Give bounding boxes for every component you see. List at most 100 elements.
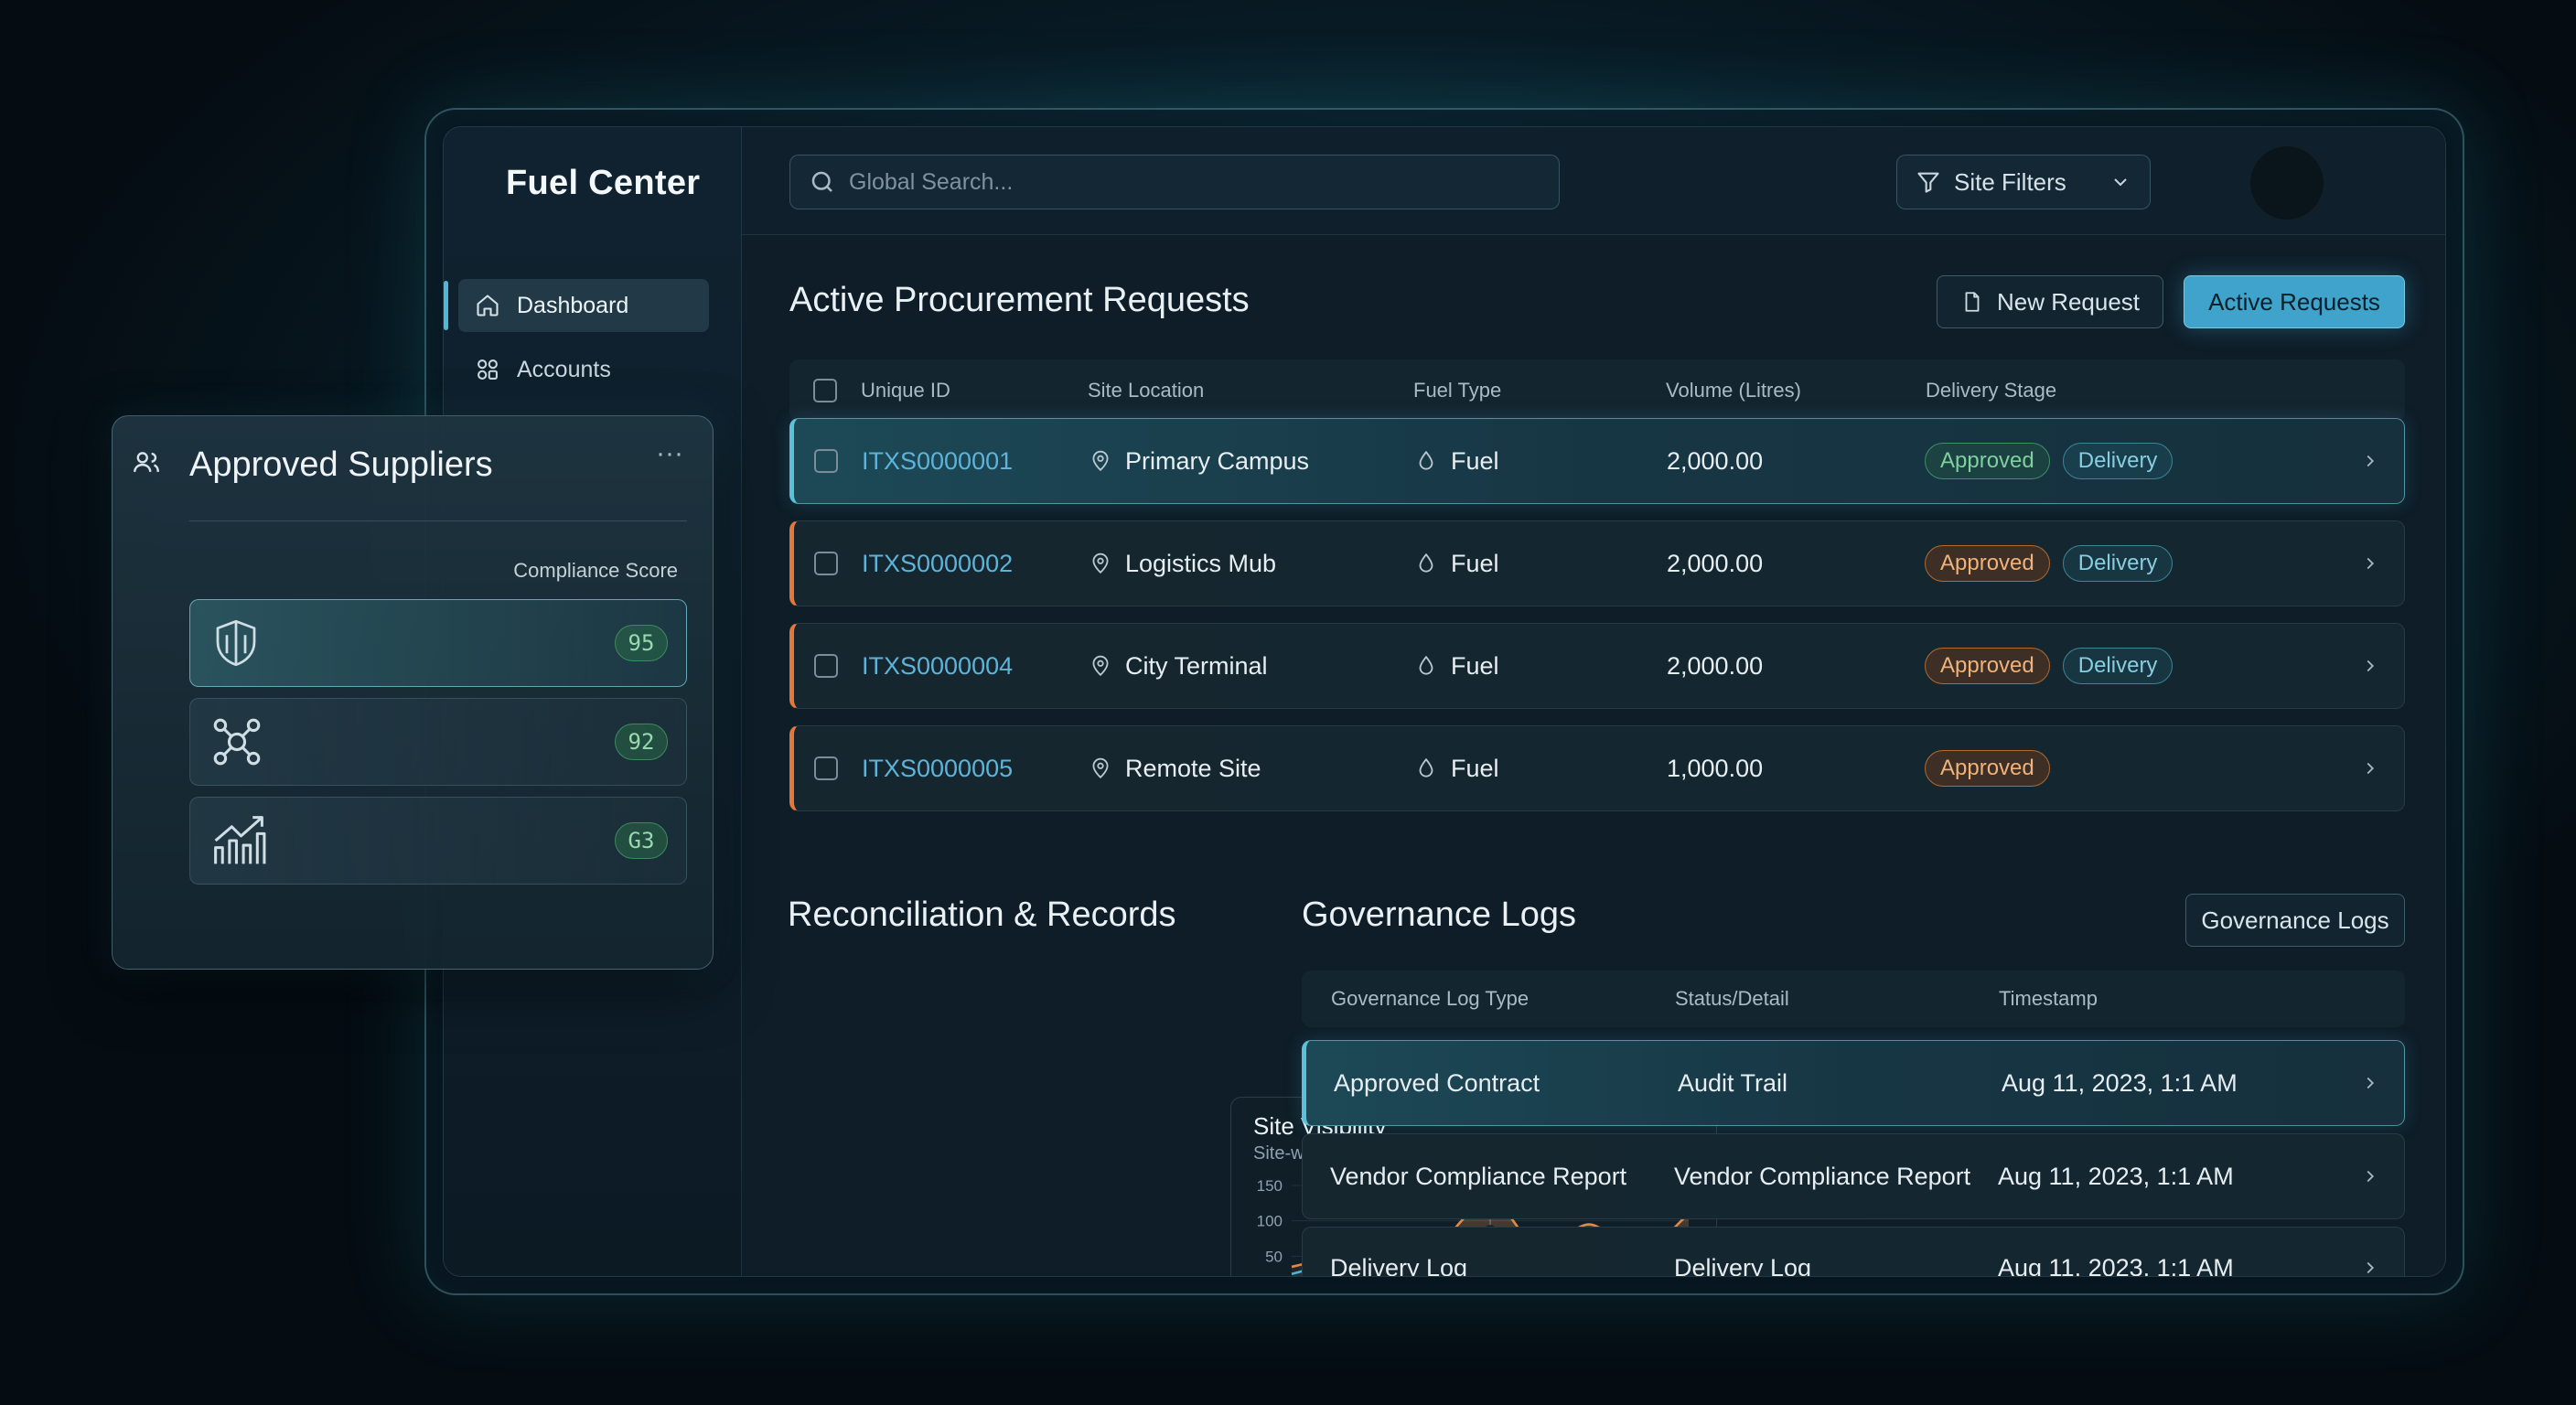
fuel-type: Fuel: [1451, 446, 1499, 475]
column-header: Volume (Litres): [1666, 379, 1801, 402]
document-icon: [1965, 292, 1980, 312]
log-detail: Delivery Log: [1674, 1253, 1812, 1277]
compliance-score-badge: 92: [615, 724, 668, 760]
chevron-right-icon[interactable]: [2360, 1071, 2380, 1095]
fuel-type-cell: Fuel: [1414, 652, 1499, 681]
select-all-checkbox[interactable]: [813, 379, 837, 402]
divider: [189, 520, 687, 521]
sidebar-item-label: Accounts: [517, 356, 611, 382]
request-id[interactable]: ITXS0000004: [862, 652, 1013, 681]
delivery-stage-cell: Approved Delivery: [1925, 648, 2174, 684]
search-input[interactable]: [849, 168, 1559, 196]
supplier-row[interactable]: 92: [189, 698, 687, 786]
governance-table-header: Governance Log Type Status/Detail Timest…: [1302, 971, 2405, 1027]
request-id[interactable]: ITXS0000002: [862, 550, 1013, 578]
volume: 2,000.00: [1667, 446, 1764, 475]
status-badge: Approved: [1925, 545, 2050, 582]
row-checkbox[interactable]: [814, 552, 838, 575]
request-id[interactable]: ITXS0000005: [862, 755, 1013, 783]
procurement-row[interactable]: ITXS0000001 Primary Campus Fuel 2,000.00 App…: [789, 418, 2405, 504]
app-title: Fuel Center: [506, 164, 701, 202]
status-badge: Approved: [1925, 750, 2050, 787]
fuel-type: Fuel: [1451, 549, 1499, 577]
column-header: Delivery Stage: [1926, 379, 2057, 402]
droplet-icon: [1419, 450, 1433, 470]
request-id[interactable]: ITXS0000001: [862, 447, 1013, 476]
delivery-stage-cell: Approved: [1925, 750, 2050, 787]
chevron-right-icon[interactable]: [2360, 1256, 2380, 1277]
search-icon: [811, 171, 832, 192]
new-request-button[interactable]: New Request: [1937, 275, 2163, 328]
network-icon: [213, 718, 261, 766]
status-badge: Approved: [1925, 648, 2050, 684]
fuel-type: Fuel: [1451, 651, 1499, 680]
compliance-score-badge: G3: [615, 822, 668, 859]
search-box[interactable]: [789, 155, 1560, 209]
site-filters-dropdown[interactable]: Site Filters: [1896, 155, 2151, 209]
grid-icon: [478, 359, 498, 380]
governance-row[interactable]: Approved Contract Audit Trail Aug 11, 2023…: [1302, 1040, 2405, 1126]
chevron-right-icon[interactable]: [2360, 654, 2380, 678]
procurement-row[interactable]: ITXS0000004 City Terminal Fuel 2,000.00 Appr…: [789, 623, 2405, 709]
supplier-row[interactable]: G3: [189, 797, 687, 885]
site-filters-label: Site Filters: [1954, 167, 2066, 196]
governance-logs-button[interactable]: Governance Logs: [2185, 894, 2405, 947]
status-badge: Approved: [1925, 443, 2050, 479]
location-pin-icon: [1092, 757, 1109, 778]
status-badge: Delivery: [2062, 443, 2174, 479]
site-location: Logistics Mub: [1125, 549, 1277, 577]
suppliers-title: Approved Suppliers: [189, 445, 493, 484]
chevron-right-icon[interactable]: [2360, 756, 2380, 780]
log-type: Approved Contract: [1334, 1068, 1540, 1097]
y-tick-label: 100: [1257, 1213, 1283, 1230]
sidebar-item-label: Dashboard: [517, 292, 629, 318]
volume: 2,000.00: [1667, 651, 1764, 680]
new-request-label: New Request: [1996, 287, 2141, 316]
chevron-right-icon[interactable]: [2360, 449, 2380, 473]
fuel-type-cell: Fuel: [1414, 755, 1499, 783]
site-location-cell: Logistics Mub: [1089, 550, 1276, 578]
column-header: Fuel Type: [1413, 379, 1502, 402]
row-checkbox[interactable]: [814, 654, 838, 678]
supplier-row[interactable]: 95: [189, 599, 687, 687]
site-location: City Terminal: [1125, 651, 1268, 680]
status-badge: Delivery: [2062, 648, 2174, 684]
log-type: Vendor Compliance Report: [1330, 1162, 1627, 1190]
status-badge: Delivery: [2062, 545, 2174, 582]
active-requests-button[interactable]: Active Requests: [2184, 275, 2405, 328]
procurement-row[interactable]: ITXS0000005 Remote Site Fuel 1,000.00 Approv…: [789, 725, 2405, 811]
procurement-row[interactable]: ITXS0000002 Logistics Mub Fuel 2,000.00 Appr…: [789, 520, 2405, 606]
more-options-icon[interactable]: ···: [656, 438, 683, 469]
procurement-title: Active Procurement Requests: [789, 281, 1250, 319]
governance-row[interactable]: Vendor Compliance Report Vendor Complianc…: [1302, 1133, 2405, 1219]
droplet-icon: [1419, 757, 1433, 778]
log-detail: Audit Trail: [1678, 1068, 1788, 1097]
chevron-down-icon: [2114, 178, 2127, 187]
location-pin-icon: [1092, 655, 1109, 676]
governance-row[interactable]: Delivery Log Delivery Log Aug 11, 2023, 1:…: [1302, 1227, 2405, 1277]
fuel-type: Fuel: [1451, 754, 1499, 782]
volume: 2,000.00: [1667, 549, 1764, 577]
sidebar-item-dashboard[interactable]: Dashboard: [444, 279, 709, 332]
avatar[interactable]: [2249, 145, 2324, 220]
delivery-stage-cell: Approved Delivery: [1925, 545, 2174, 582]
approved-suppliers-panel: Approved Suppliers ··· Compliance Score …: [112, 415, 714, 970]
droplet-icon: [1419, 655, 1433, 675]
column-header: Governance Log Type: [1331, 987, 1530, 1010]
log-timestamp: Aug 11, 2023, 1:1 AM: [1998, 1253, 2234, 1277]
row-checkbox[interactable]: [814, 756, 838, 780]
site-location-cell: Primary Campus: [1089, 447, 1309, 476]
site-location-cell: City Terminal: [1089, 652, 1268, 681]
log-timestamp: Aug 11, 2023, 1:1 AM: [2002, 1068, 2238, 1097]
shield-icon: [216, 619, 256, 667]
delivery-stage-cell: Approved Delivery: [1925, 443, 2174, 479]
sidebar-item-accounts[interactable]: Accounts: [458, 343, 709, 396]
site-location-cell: Remote Site: [1089, 755, 1261, 783]
y-tick-label: 150: [1257, 1177, 1283, 1195]
governance-title: Governance Logs: [1302, 896, 1576, 934]
droplet-icon: [1419, 552, 1433, 573]
row-checkbox[interactable]: [814, 449, 838, 473]
chevron-right-icon[interactable]: [2360, 552, 2380, 575]
chevron-right-icon[interactable]: [2360, 1164, 2380, 1188]
top-bar: Site Filters: [742, 127, 2445, 235]
